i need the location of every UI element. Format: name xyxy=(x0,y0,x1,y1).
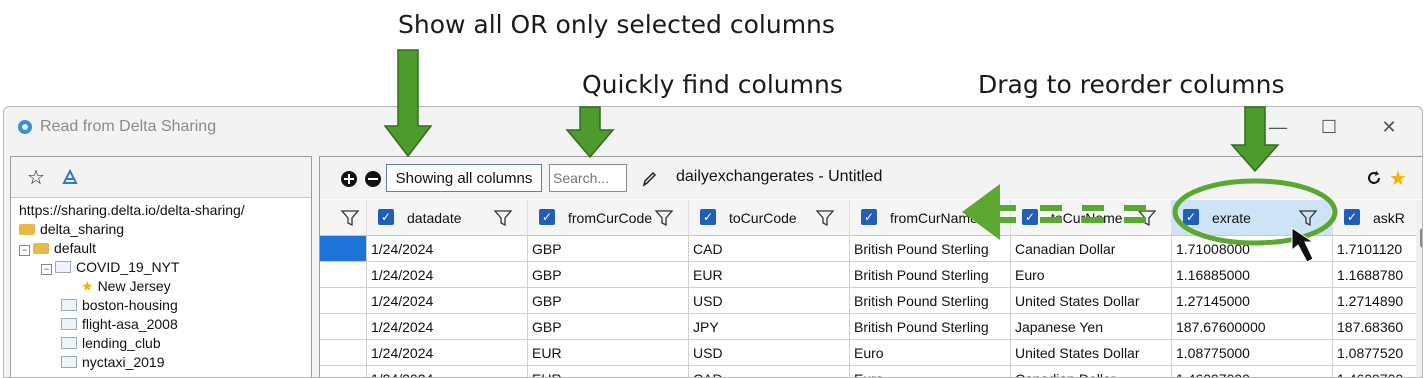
highlight-exrate-ellipse xyxy=(1172,178,1338,246)
arrow-show-columns xyxy=(383,49,433,158)
annotation-overlay xyxy=(383,49,1338,263)
arrow-find-columns xyxy=(565,106,615,159)
drag-dashed-arrow xyxy=(962,184,1146,240)
arrow-reorder-columns xyxy=(1230,106,1280,173)
